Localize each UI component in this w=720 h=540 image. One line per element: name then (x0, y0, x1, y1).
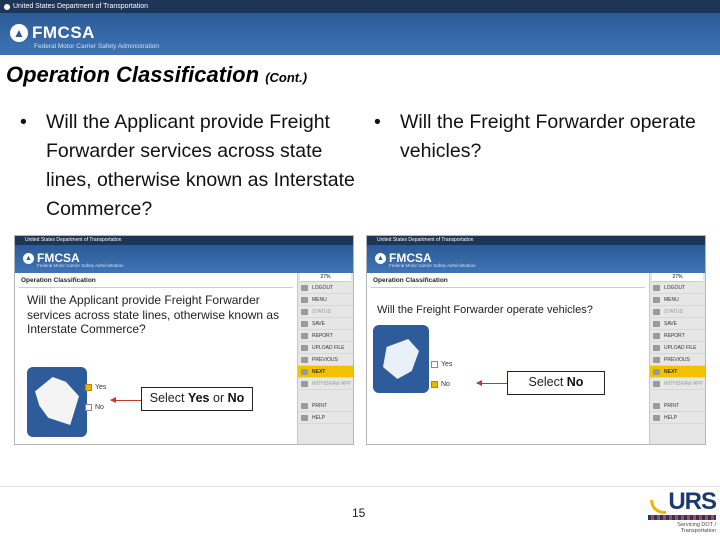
menu-report[interactable]: REPORT (650, 330, 705, 342)
menu-print[interactable]: PRINT (650, 400, 705, 412)
bullet-dot: • (374, 111, 381, 133)
urs-tagline: Servicing DOT / Transportation (677, 522, 716, 534)
menu-upload-file[interactable]: UPLOAD FILE (298, 342, 353, 354)
menu-save[interactable]: SAVE (298, 318, 353, 330)
menu-help[interactable]: HELP (650, 412, 705, 424)
menu-print[interactable]: PRINT (298, 400, 353, 412)
option-no-label: No (441, 381, 450, 388)
menu-logout[interactable]: LOGOUT (650, 282, 705, 294)
menu-help[interactable]: HELP (298, 412, 353, 424)
divider (19, 287, 293, 288)
progress-percent: 27% (300, 273, 351, 282)
screen-content: Operation Classification Will the Applic… (15, 273, 297, 444)
logo-text: FMCSA (32, 23, 95, 42)
question-text: Will the Applicant provide Freight Forwa… (27, 293, 280, 336)
menu-previous[interactable]: PREVIOUS (650, 354, 705, 366)
site-header: ▲ FMCSA Federal Motor Carrier Safety Adm… (0, 13, 720, 55)
screen-logo-icon: ▲ (375, 252, 386, 264)
flag-icon (4, 3, 10, 10)
urs-stripe (648, 515, 716, 520)
gov-bar-text: United States Department of Transportati… (13, 3, 149, 10)
screen-logo-icon: ▲ (23, 252, 34, 264)
option-yes-label: Yes (441, 361, 453, 368)
menu-previous[interactable]: PREVIOUS (298, 354, 353, 366)
menu-withdraw-app[interactable]: WITHDRAW APP (298, 378, 353, 390)
screen-gov-bar: United States Department of Transportati… (15, 236, 353, 245)
section-title: Operation Classification (373, 277, 448, 284)
menu-upload-file[interactable]: UPLOAD FILE (650, 342, 705, 354)
section-title: Operation Classification (21, 277, 96, 284)
arrow-icon (110, 397, 141, 403)
callout-prefix: Select (528, 375, 567, 389)
screen-content: Operation Classification Will the Freigh… (367, 273, 649, 444)
fmcsa-logo[interactable]: ▲ FMCSA Federal Motor Carrier Safety Adm… (10, 23, 159, 50)
fmcsa-logo-icon: ▲ (10, 24, 28, 42)
callout-no: No (227, 391, 245, 405)
gov-bar: United States Department of Transportati… (0, 0, 720, 13)
menu-save[interactable]: SAVE (650, 318, 705, 330)
bullet-vehicles-question: • Will the Freight Forwarder operate veh… (374, 108, 700, 166)
option-no[interactable]: No (431, 381, 450, 388)
checkbox-yes[interactable] (431, 361, 438, 368)
callout-no: No (566, 375, 584, 389)
option-yes[interactable]: Yes (85, 384, 106, 391)
screen-header: ▲ FMCSA Federal Motor Carrier Safety Adm… (15, 245, 353, 273)
option-yes-label: Yes (95, 384, 107, 391)
screen-sidebar-menu: 27% LOGOUT MENU STATUS SAVE REPORT UPLOA… (649, 273, 705, 444)
menu-status[interactable]: STATUS (298, 306, 353, 318)
menu-menu[interactable]: MENU (650, 294, 705, 306)
option-no[interactable]: No (85, 404, 104, 411)
bullet-text: Will the Applicant provide Freight Forwa… (46, 111, 355, 220)
menu-status[interactable]: STATUS (650, 306, 705, 318)
callout-mid: or (209, 391, 228, 405)
screen-gov-bar: United States Department of Transportati… (367, 236, 705, 245)
option-no-label: No (95, 404, 104, 411)
urs-logo: URS Servicing DOT / Transportation (648, 490, 717, 534)
screen-header: ▲ FMCSA Federal Motor Carrier Safety Adm… (367, 245, 705, 273)
menu-menu[interactable]: MENU (298, 294, 353, 306)
bullet-interstate-question: • Will the Applicant provide Freight For… (20, 108, 366, 224)
menu-withdraw-app[interactable]: WITHDRAW APP (650, 378, 705, 390)
screenshot-vehicles: United States Department of Transportati… (366, 235, 706, 445)
question-text: Will the Freight Forwarder operate vehic… (377, 304, 593, 316)
arrow-icon (476, 380, 507, 386)
footer-divider (0, 486, 720, 487)
screen-logo-subtitle: Federal Motor Carrier Safety Administrat… (389, 263, 476, 268)
menu-logout[interactable]: LOGOUT (298, 282, 353, 294)
bullet-dot: • (20, 111, 27, 133)
title-suffix: (Cont.) (265, 70, 308, 85)
checkbox-yes[interactable] (85, 384, 92, 391)
progress-percent: 27% (652, 273, 703, 282)
menu-next[interactable]: NEXT (298, 366, 353, 378)
callout-prefix: Select (149, 391, 188, 405)
screen-logo-subtitle: Federal Motor Carrier Safety Administrat… (37, 263, 124, 268)
truck-icon (373, 325, 429, 393)
menu-next[interactable]: NEXT (650, 366, 705, 378)
menu-report[interactable]: REPORT (298, 330, 353, 342)
screen-sidebar-menu: 27% LOGOUT MENU STATUS SAVE REPORT UPLOA… (297, 273, 353, 444)
checkbox-no[interactable] (85, 404, 92, 411)
title-text: Operation Classification (6, 62, 260, 87)
bullet-text: Will the Freight Forwarder operate vehic… (400, 111, 696, 162)
callout-select-yes-or-no: Select Yes or No (141, 387, 253, 411)
screenshot-interstate: United States Department of Transportati… (14, 235, 354, 445)
divider (371, 287, 645, 288)
option-yes[interactable]: Yes (431, 361, 452, 368)
page-title: Operation Classification (Cont.) (6, 62, 307, 88)
logo-subtitle: Federal Motor Carrier Safety Administrat… (34, 43, 159, 50)
checkbox-no[interactable] (431, 381, 438, 388)
callout-select-no: Select No (507, 371, 605, 395)
page-number: 15 (352, 506, 366, 520)
interstate-map-icon (27, 367, 87, 437)
callout-yes: Yes (187, 391, 210, 405)
